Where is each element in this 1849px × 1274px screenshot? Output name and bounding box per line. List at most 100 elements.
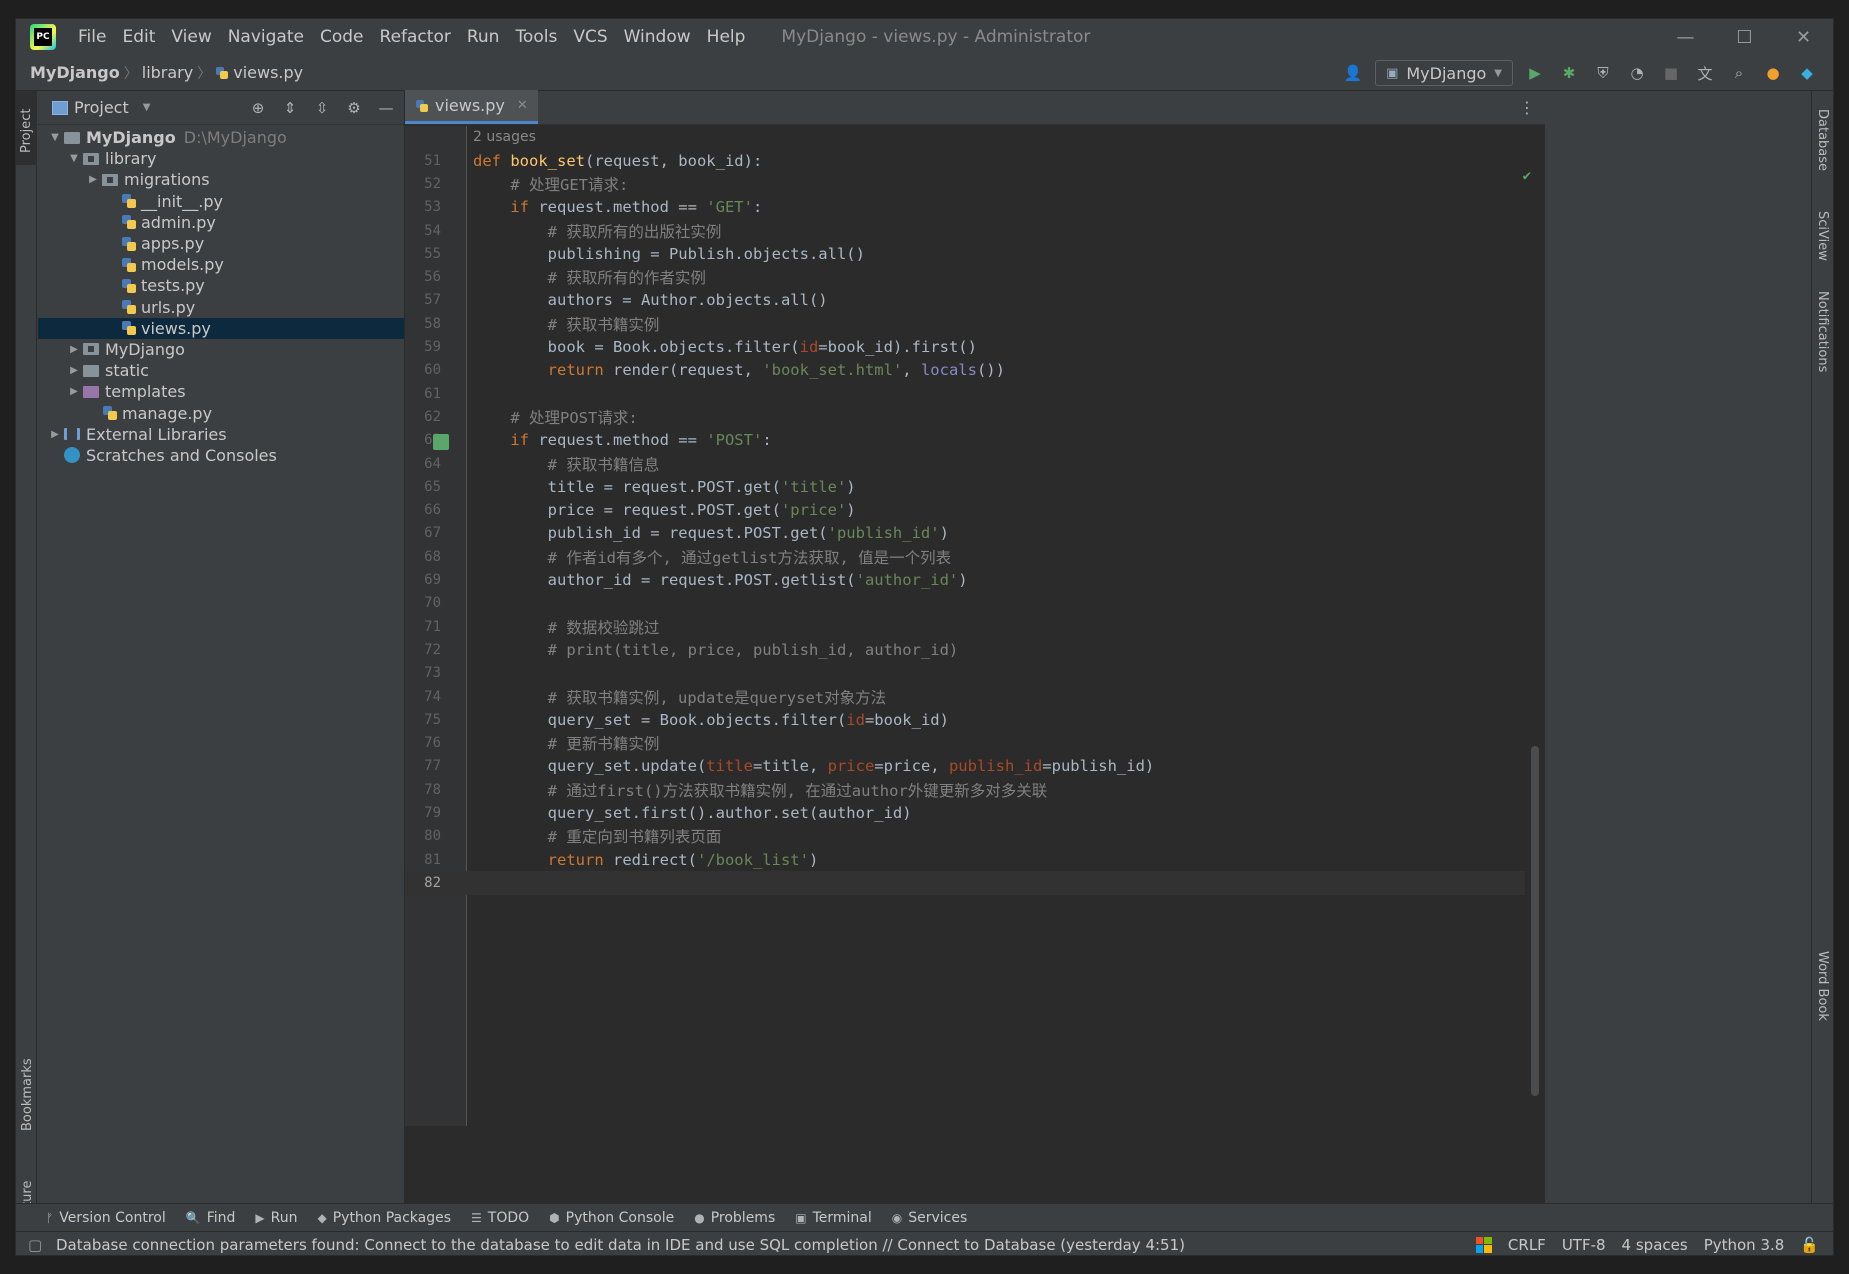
menu-navigate[interactable]: Navigate [220,27,312,47]
tool-window-python-console[interactable]: ⬢ Python Console [549,1210,674,1226]
plugin-icon[interactable]: ◆ [1795,61,1819,85]
code-line[interactable]: 57 authors = Author.objects.all() [405,289,1525,312]
menu-run[interactable]: Run [459,27,508,47]
close-button[interactable]: ✕ [1774,19,1833,55]
lock-icon[interactable]: 🔓 [1800,1236,1819,1254]
hide-icon[interactable]: — [374,96,398,120]
profile-icon[interactable]: ◔ [1625,61,1649,85]
collapse-all-icon[interactable]: ⇳ [310,96,334,120]
code-line[interactable]: 51 def book_set(request, book_id): [405,149,1525,172]
code-line[interactable]: 53 if request.method == 'GET': [405,196,1525,219]
status-toggle-icon[interactable]: ▢ [28,1236,42,1254]
inspection-ok-icon[interactable]: ✔ [1523,168,1531,184]
chevron-right-icon[interactable]: ▶ [65,386,83,397]
tool-window-services[interactable]: ◉ Services [892,1210,968,1226]
tree-item[interactable]: apps.py [38,233,404,254]
code-line[interactable]: 56 # 获取所有的作者实例 [405,266,1525,289]
code-line[interactable]: 68 # 作者id有多个, 通过getlist方法获取, 值是一个列表 [405,545,1525,568]
vertical-scrollbar[interactable] [1531,746,1539,1096]
code-line[interactable]: 60 return render(request, 'book_set.html… [405,359,1525,382]
locate-icon[interactable]: ⊕ [246,96,270,120]
tab-views-py[interactable]: views.py ✕ [405,90,538,124]
menu-help[interactable]: Help [699,27,754,47]
tree-item[interactable]: views.py [38,317,404,339]
tool-window-find[interactable]: 🔍 Find [186,1210,236,1226]
code-line[interactable]: 72 # print(title, price, publish_id, aut… [405,638,1525,661]
expand-all-icon[interactable]: ⇕ [278,96,302,120]
stop-icon[interactable]: ■ [1659,61,1683,85]
close-icon[interactable]: ✕ [517,98,528,113]
code-line[interactable]: 58 # 获取书籍实例 [405,312,1525,335]
code-line[interactable]: 59 book = Book.objects.filter(id=book_id… [405,335,1525,358]
menu-edit[interactable]: Edit [114,27,163,47]
breadcrumb-project[interactable]: MyDjango [30,63,120,82]
translate-icon[interactable]: 文 [1693,61,1717,85]
code-line[interactable]: 70 [405,592,1525,615]
minimize-button[interactable]: — [1656,19,1715,55]
usages-hint[interactable]: 2 usages [473,129,536,145]
code-line[interactable]: 63 if request.method == 'POST': [405,429,1525,452]
code-line[interactable]: 66 price = request.POST.get('price') [405,499,1525,522]
code-line[interactable]: 71 # 数据校验跳过 [405,615,1525,638]
code-line[interactable]: 61 [405,382,1525,405]
tool-window-todo[interactable]: ☰ TODO [471,1210,529,1226]
search-icon[interactable]: ⌕ [1727,61,1751,85]
file-encoding[interactable]: UTF-8 [1562,1236,1606,1254]
run-icon[interactable]: ▶ [1523,61,1547,85]
tree-item[interactable]: admin.py [38,212,404,233]
code-line[interactable]: 81 return redirect('/book_list') [405,848,1525,871]
code-line[interactable]: 62 # 处理POST请求: [405,405,1525,428]
run-configuration-selector[interactable]: ▣ MyDjango ▼ [1375,60,1513,86]
project-view-label[interactable]: Project [74,98,129,117]
code-line[interactable]: 67 publish_id = request.POST.get('publis… [405,522,1525,545]
menu-file[interactable]: File [70,27,114,47]
chevron-right-icon[interactable]: ▶ [65,365,83,376]
account-icon[interactable]: 👤 [1341,61,1365,85]
menu-refactor[interactable]: Refactor [372,27,459,47]
tool-window-run[interactable]: ▶ Run [255,1210,297,1226]
code-line[interactable]: 74 # 获取书籍实例, update是queryset对象方法 [405,685,1525,708]
chevron-down-icon[interactable]: ▼ [46,132,64,143]
menu-window[interactable]: Window [616,27,699,47]
line-separator[interactable]: CRLF [1508,1236,1546,1254]
breadcrumb-file[interactable]: views.py [233,63,303,82]
tree-item[interactable]: __init__.py [38,191,404,212]
code-line[interactable]: 79 query_set.first().author.set(author_i… [405,801,1525,824]
python-interpreter[interactable]: Python 3.8 [1704,1236,1785,1254]
code-line[interactable]: 82 [405,871,1525,895]
chevron-right-icon[interactable]: ▶ [84,174,102,185]
menu-vcs[interactable]: VCS [565,27,615,47]
tree-item[interactable]: Scratches and Consoles [38,445,404,466]
chevron-right-icon[interactable]: ▶ [46,429,64,440]
tree-item[interactable]: models.py [38,254,404,275]
status-message[interactable]: Database connection parameters found: Co… [56,1236,1185,1254]
menu-tools[interactable]: Tools [507,27,565,47]
tree-item[interactable]: ▼ library [38,148,404,169]
coverage-icon[interactable]: ⛨ [1591,61,1615,85]
tool-window-python-packages[interactable]: ◆ Python Packages [317,1210,451,1226]
tree-item[interactable]: ▶ migrations [38,169,404,190]
code-line[interactable]: 73 [405,662,1525,685]
code-line[interactable]: 76 # 更新书籍实例 [405,732,1525,755]
more-options-icon[interactable]: ⋮ [1509,98,1545,117]
code-line[interactable]: 52 # 处理GET请求: [405,172,1525,195]
tree-item[interactable]: ▶ MyDjango [38,339,404,360]
update-icon[interactable]: ● [1761,61,1785,85]
chevron-right-icon[interactable]: ▶ [65,344,83,355]
debug-icon[interactable]: ✱ [1557,61,1581,85]
code-line[interactable]: 69 author_id = request.POST.getlist('aut… [405,568,1525,591]
code-editor[interactable]: 2 usages 51 def book_set(request, book_id… [405,126,1545,1126]
tree-item[interactable]: ▶ static [38,360,404,381]
menu-code[interactable]: Code [312,27,372,47]
code-line[interactable]: 77 query_set.update(title=title, price=p… [405,755,1525,778]
code-line[interactable]: 65 title = request.POST.get('title') [405,475,1525,498]
tree-item[interactable]: ▶ External Libraries [38,424,404,445]
menu-view[interactable]: View [163,27,219,47]
breadcrumb-folder[interactable]: library [142,63,193,82]
chevron-down-icon[interactable]: ▼ [65,153,83,164]
tree-item[interactable]: ▼ MyDjango D:\MyDjango [38,127,404,148]
code-line[interactable]: 64 # 获取书籍信息 [405,452,1525,475]
tool-window-problems[interactable]: ● Problems [694,1210,775,1226]
tab-project[interactable]: Project [16,91,37,165]
code-line[interactable]: 55 publishing = Publish.objects.all() [405,242,1525,265]
